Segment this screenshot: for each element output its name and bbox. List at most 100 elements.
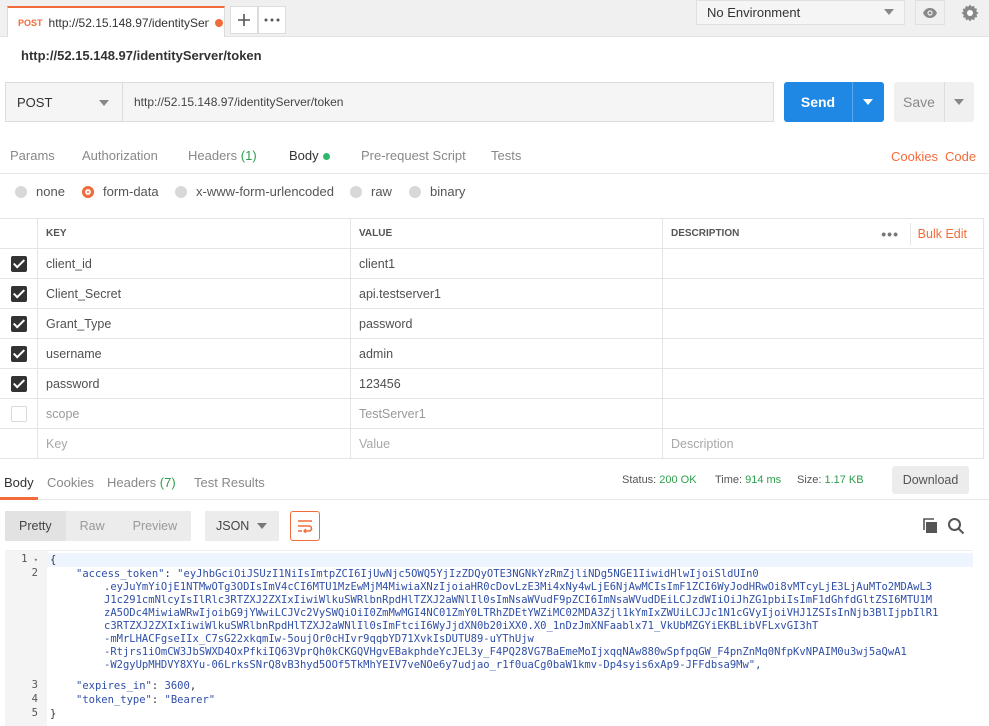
resp-tab-headers[interactable]: Headers (7)	[107, 475, 176, 490]
new-value-input[interactable]: Value	[350, 429, 662, 458]
search-icon[interactable]	[947, 517, 965, 535]
more-icon	[264, 18, 280, 22]
environment-select[interactable]: No Environment	[696, 0, 905, 25]
tab-pre-request-script[interactable]: Pre-request Script	[361, 148, 466, 163]
resp-tab-test-results[interactable]: Test Results	[194, 475, 265, 490]
radio-x-www-form-urlencoded[interactable]: x-www-form-urlencoded	[175, 184, 334, 199]
radio-circle-icon	[175, 185, 187, 198]
row-checkbox-cell	[0, 249, 37, 278]
row-checkbox[interactable]	[10, 345, 27, 362]
time-display: Time: 914 ms	[715, 474, 781, 486]
active-line-highlight	[47, 553, 973, 567]
line-number: 4	[31, 693, 38, 705]
radio-form-data[interactable]: form-data	[82, 184, 159, 199]
preview-button[interactable]: Preview	[118, 511, 192, 541]
more-icon[interactable]: •••	[881, 226, 899, 242]
save-options-icon[interactable]	[954, 99, 964, 105]
time-label: Time:	[715, 474, 743, 486]
row-value[interactable]: client1	[350, 249, 662, 278]
tab-tests[interactable]: Tests	[491, 148, 521, 163]
tab-headers[interactable]: Headers (1)	[188, 148, 257, 163]
row-key[interactable]: scope	[37, 399, 350, 428]
code-link[interactable]: Code	[945, 149, 976, 164]
row-key[interactable]: Grant_Type	[37, 309, 350, 338]
tab-params[interactable]: Params	[10, 148, 55, 163]
line-number: 1 ▾	[5, 553, 38, 565]
row-value[interactable]: api.testserver1	[350, 279, 662, 308]
radio-binary-label: binary	[430, 184, 466, 199]
raw-button[interactable]: Raw	[65, 511, 119, 541]
response-body[interactable]: 1 ▾ 2 3 4 5 { "access_token": "eyJhbGciO…	[5, 550, 973, 726]
cookies-link[interactable]: Cookies	[891, 149, 938, 164]
row-key[interactable]: client_id	[37, 249, 350, 278]
new-description-input[interactable]: Description	[662, 429, 984, 458]
bulk-edit-link[interactable]: Bulk Edit	[918, 227, 967, 241]
row-checkbox-cell	[0, 309, 37, 338]
row-description[interactable]	[662, 369, 984, 398]
eye-icon	[923, 7, 937, 18]
row-description[interactable]	[662, 249, 984, 278]
copy-icon[interactable]	[921, 517, 939, 535]
tab-body[interactable]: Body	[289, 148, 330, 163]
active-tab-indicator	[0, 497, 38, 500]
resp-tab-cookies[interactable]: Cookies	[47, 475, 94, 490]
download-button[interactable]: Download	[892, 466, 969, 494]
url-input[interactable]	[122, 82, 774, 122]
resp-tab-headers-count: (7)	[159, 475, 176, 490]
row-key[interactable]: username	[37, 339, 350, 368]
new-tab-button[interactable]	[230, 6, 258, 34]
radio-none[interactable]: none	[15, 184, 65, 199]
row-checkbox-cell	[0, 399, 37, 428]
environment-label: No Environment	[707, 5, 801, 20]
radio-raw[interactable]: raw	[350, 184, 392, 199]
request-title: http://52.15.148.97/identityServer/token	[21, 48, 262, 63]
row-checkbox[interactable]	[10, 315, 27, 332]
row-value[interactable]: 123456	[350, 369, 662, 398]
method-select[interactable]: POST	[5, 82, 123, 122]
environment-quick-look-button[interactable]	[915, 0, 945, 25]
row-key[interactable]: Client_Secret	[37, 279, 350, 308]
status-value: 200 OK	[659, 474, 697, 486]
row-description[interactable]	[662, 309, 984, 338]
method-label: POST	[17, 94, 53, 110]
new-key-input[interactable]: Key	[37, 429, 350, 458]
wrap-lines-icon	[298, 520, 313, 533]
row-value[interactable]: admin	[350, 339, 662, 368]
resp-tab-body[interactable]: Body	[4, 475, 34, 490]
json-key: "token_type"	[76, 694, 152, 706]
format-select[interactable]: JSON	[205, 511, 279, 541]
row-description[interactable]	[662, 339, 984, 368]
save-label: Save	[903, 94, 935, 110]
json-string-cont: zA5ODc4MiwiaWRwIjoibG9jYWwiLCJVc2VySWQiO…	[104, 607, 939, 619]
row-checkbox[interactable]	[10, 255, 27, 272]
header-description-label: DESCRIPTION	[671, 228, 740, 239]
row-value[interactable]: TestServer1	[350, 399, 662, 428]
row-checkbox[interactable]	[10, 285, 27, 302]
environment-settings-button[interactable]	[955, 0, 985, 25]
row-description[interactable]	[662, 279, 984, 308]
line-number: 3	[31, 679, 38, 691]
row-key[interactable]: password	[37, 369, 350, 398]
pretty-button[interactable]: Pretty	[5, 511, 66, 541]
save-button[interactable]: Save	[894, 82, 974, 122]
table-row: Grant_Type password	[0, 309, 984, 339]
json-line: "token_type": "Bearer"	[76, 694, 216, 706]
wrap-lines-button[interactable]	[290, 511, 320, 541]
fold-toggle-icon[interactable]: ▾	[34, 556, 38, 564]
body-active-dot-icon	[322, 153, 330, 161]
json-string-cont: c3RTZXJ2ZXIxIiwiWlkuSWRlbnRpdHlTZXJ2aWNl…	[104, 620, 819, 632]
request-tab[interactable]: POST http://52.15.148.97/identitySen	[7, 6, 225, 37]
send-button[interactable]: Send	[784, 82, 884, 122]
header-value: VALUE	[350, 219, 662, 248]
send-options-icon[interactable]	[863, 99, 873, 105]
row-checkbox[interactable]	[10, 405, 27, 422]
tab-authorization[interactable]: Authorization	[82, 148, 158, 163]
row-value[interactable]: password	[350, 309, 662, 338]
response-tabs: Body Cookies Headers (7) Test Results St…	[0, 462, 989, 500]
more-tabs-button[interactable]	[258, 6, 286, 34]
row-checkbox[interactable]	[10, 375, 27, 392]
status-display: Status: 200 OK	[622, 474, 697, 486]
line-number-text: 1	[21, 553, 28, 565]
radio-binary[interactable]: binary	[409, 184, 465, 199]
row-description[interactable]	[662, 399, 984, 428]
